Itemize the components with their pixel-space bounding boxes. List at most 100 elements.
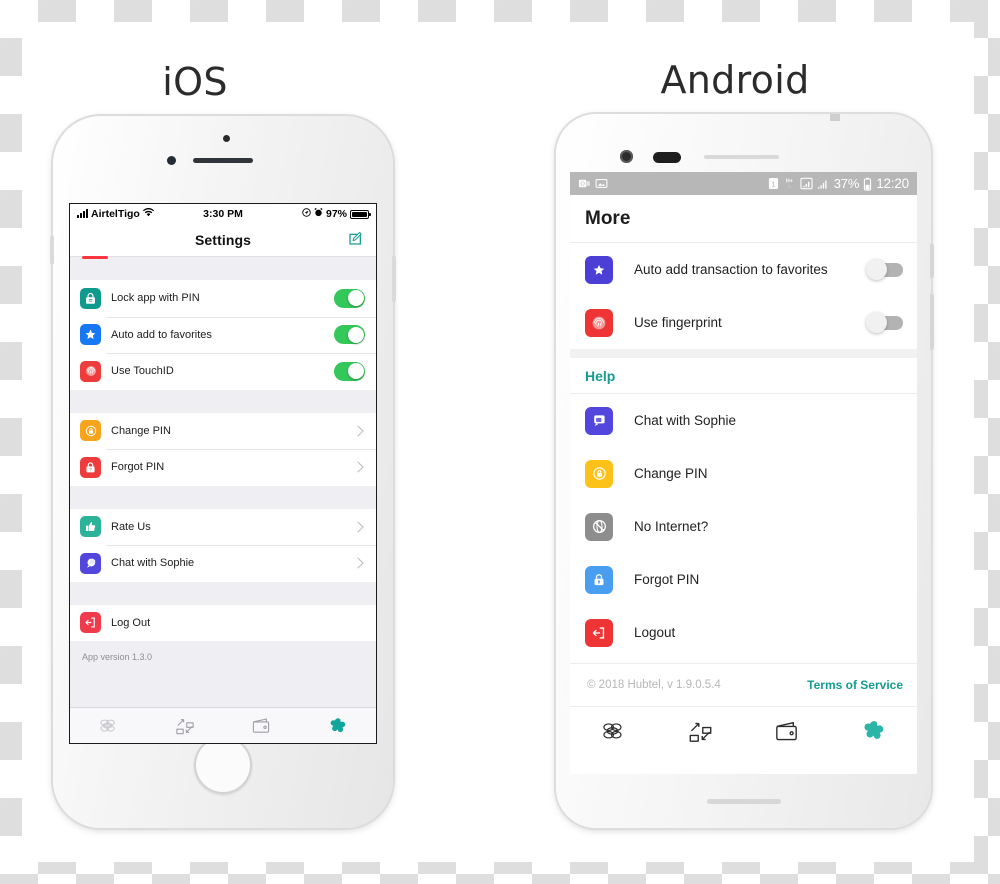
toggle-auto-add-to-favorites[interactable] bbox=[334, 325, 365, 345]
app-version-text: App version 1.3.0 bbox=[70, 641, 376, 673]
outlook-notification-icon: O bbox=[578, 177, 591, 190]
row-label: Auto add to favorites bbox=[111, 328, 212, 341]
cellular-signal-icon bbox=[817, 178, 830, 190]
logout-icon bbox=[585, 618, 613, 647]
row-label: Forgot PIN bbox=[634, 572, 700, 587]
ios-nav-bar: Settings bbox=[70, 224, 376, 259]
row-label: Chat with Sophie bbox=[111, 557, 195, 570]
no-internet-icon bbox=[585, 512, 613, 541]
android-row-change-pin[interactable]: Change PIN bbox=[570, 447, 917, 500]
ios-row-change-pin[interactable]: Change PIN bbox=[70, 412, 376, 449]
android-front-camera-icon bbox=[620, 150, 633, 163]
android-tab-bar bbox=[570, 706, 917, 755]
battery-icon bbox=[350, 209, 371, 219]
toggle-lock-app-with-pin[interactable] bbox=[334, 288, 365, 308]
tab-cloud[interactable] bbox=[570, 721, 657, 742]
android-status-time: 12:20 bbox=[876, 176, 909, 191]
iphone-earpiece-speaker bbox=[193, 158, 253, 163]
terms-of-service-link[interactable]: Terms of Service bbox=[807, 678, 903, 692]
tab-cloud[interactable] bbox=[70, 718, 147, 734]
image-notification-icon bbox=[595, 177, 608, 190]
tab-transfer[interactable] bbox=[657, 720, 744, 743]
location-icon bbox=[302, 208, 311, 220]
ios-row-rate-us[interactable]: Rate Us bbox=[70, 508, 376, 545]
ios-row-log-out[interactable]: Log Out bbox=[70, 604, 376, 641]
compose-icon[interactable] bbox=[348, 230, 364, 246]
row-label: Log Out bbox=[111, 616, 151, 629]
sim-card-icon: 1 bbox=[768, 177, 779, 190]
row-label: Rate Us bbox=[111, 520, 151, 533]
toggle-use-touchid[interactable] bbox=[334, 361, 365, 381]
row-label: Lock app with PIN bbox=[111, 292, 200, 305]
ios-settings-list: Lock app with PIN Auto add to favorites … bbox=[70, 257, 376, 743]
thumbs-up-icon bbox=[80, 516, 101, 538]
ios-row-chat-with-sophie[interactable]: Chat with Sophie bbox=[70, 545, 376, 582]
lock-circle-icon bbox=[585, 459, 613, 488]
ios-row-forgot-pin[interactable]: ? Forgot PIN bbox=[70, 449, 376, 486]
android-help-section-header: Help bbox=[570, 358, 917, 393]
android-row-forgot-pin[interactable]: Forgot PIN bbox=[570, 553, 917, 606]
android-status-bar: O 1 H+ ↑↓ 37% 12:20 bbox=[570, 172, 917, 195]
iphone-device-frame: AirtelTigo 3:30 PM 97% Settings Lock app… bbox=[50, 116, 396, 828]
ios-screen: AirtelTigo 3:30 PM 97% Settings Lock app… bbox=[69, 203, 377, 744]
network-type-icon: H+ ↑↓ bbox=[783, 177, 796, 190]
lock-question-icon: ? bbox=[80, 456, 101, 478]
android-sensor-pill bbox=[653, 152, 681, 163]
android-battery-percent: 37% bbox=[833, 176, 860, 191]
chat-icon bbox=[80, 552, 101, 574]
svg-text:O: O bbox=[580, 182, 585, 188]
android-row-auto-add-transaction-to-favorites[interactable]: Auto add transaction to favorites bbox=[570, 243, 917, 296]
toggle-use-fingerprint[interactable] bbox=[866, 311, 903, 333]
list-section-gap bbox=[70, 389, 376, 413]
tab-transfer[interactable] bbox=[147, 717, 224, 735]
android-row-chat-with-sophie[interactable]: Chat with Sophie bbox=[570, 394, 917, 447]
copyright-text: © 2018 Hubtel, v 1.9.0.5.4 bbox=[587, 679, 721, 691]
help-header-label: Help bbox=[585, 367, 616, 384]
row-label: Change PIN bbox=[111, 424, 171, 437]
android-section-gap bbox=[570, 349, 917, 358]
chevron-right-icon bbox=[352, 521, 364, 533]
fingerprint-icon bbox=[80, 360, 101, 382]
row-label: Change PIN bbox=[634, 466, 708, 481]
ios-row-lock-app-with-pin[interactable]: Lock app with PIN bbox=[70, 280, 376, 317]
android-device-frame: O 1 H+ ↑↓ 37% 12:20 More Auto add transa… bbox=[556, 114, 934, 828]
chevron-right-icon bbox=[352, 557, 364, 569]
lock-icon bbox=[585, 565, 613, 594]
iphone-sensor-icon bbox=[223, 135, 230, 142]
mobile-data-signal-icon bbox=[800, 177, 813, 190]
list-section-gap bbox=[70, 581, 376, 605]
fingerprint-icon bbox=[585, 308, 613, 337]
android-platform-title: Android bbox=[660, 58, 810, 102]
list-section-gap bbox=[70, 257, 376, 280]
ios-row-auto-add-to-favorites[interactable]: Auto add to favorites bbox=[70, 316, 376, 353]
row-label: Use fingerprint bbox=[634, 315, 722, 330]
android-app-bar: More bbox=[570, 195, 917, 242]
chevron-right-icon bbox=[352, 461, 364, 473]
row-label: Auto add transaction to favorites bbox=[634, 262, 828, 277]
android-earpiece-speaker bbox=[704, 155, 779, 159]
row-label: Use TouchID bbox=[111, 365, 174, 378]
alarm-icon bbox=[314, 207, 323, 220]
android-row-logout[interactable]: Logout bbox=[570, 606, 917, 659]
ios-row-use-touchid[interactable]: Use TouchID bbox=[70, 353, 376, 390]
svg-text:1: 1 bbox=[771, 179, 775, 188]
ios-tab-bar bbox=[70, 707, 376, 743]
android-row-use-fingerprint[interactable]: Use fingerprint bbox=[570, 296, 917, 349]
logout-icon bbox=[80, 612, 101, 634]
toggle-auto-add-transaction-to-favorites[interactable] bbox=[866, 258, 903, 280]
android-row-no-internet[interactable]: No Internet? bbox=[570, 500, 917, 553]
tab-wallet[interactable] bbox=[223, 717, 300, 734]
ios-status-time: 3:30 PM bbox=[203, 208, 243, 220]
android-footer: © 2018 Hubtel, v 1.9.0.5.4 Terms of Serv… bbox=[570, 664, 917, 706]
tab-wallet[interactable] bbox=[744, 720, 831, 742]
iphone-home-button[interactable] bbox=[194, 736, 252, 794]
row-label: Logout bbox=[634, 625, 676, 640]
tab-hubtel[interactable] bbox=[830, 718, 917, 744]
chevron-right-icon bbox=[352, 425, 364, 437]
row-label: Forgot PIN bbox=[111, 461, 165, 474]
star-icon bbox=[585, 255, 613, 284]
android-battery-icon bbox=[863, 177, 872, 191]
page-title: More bbox=[585, 207, 631, 229]
tab-hubtel[interactable] bbox=[300, 716, 377, 736]
signal-bars-icon bbox=[77, 209, 88, 218]
